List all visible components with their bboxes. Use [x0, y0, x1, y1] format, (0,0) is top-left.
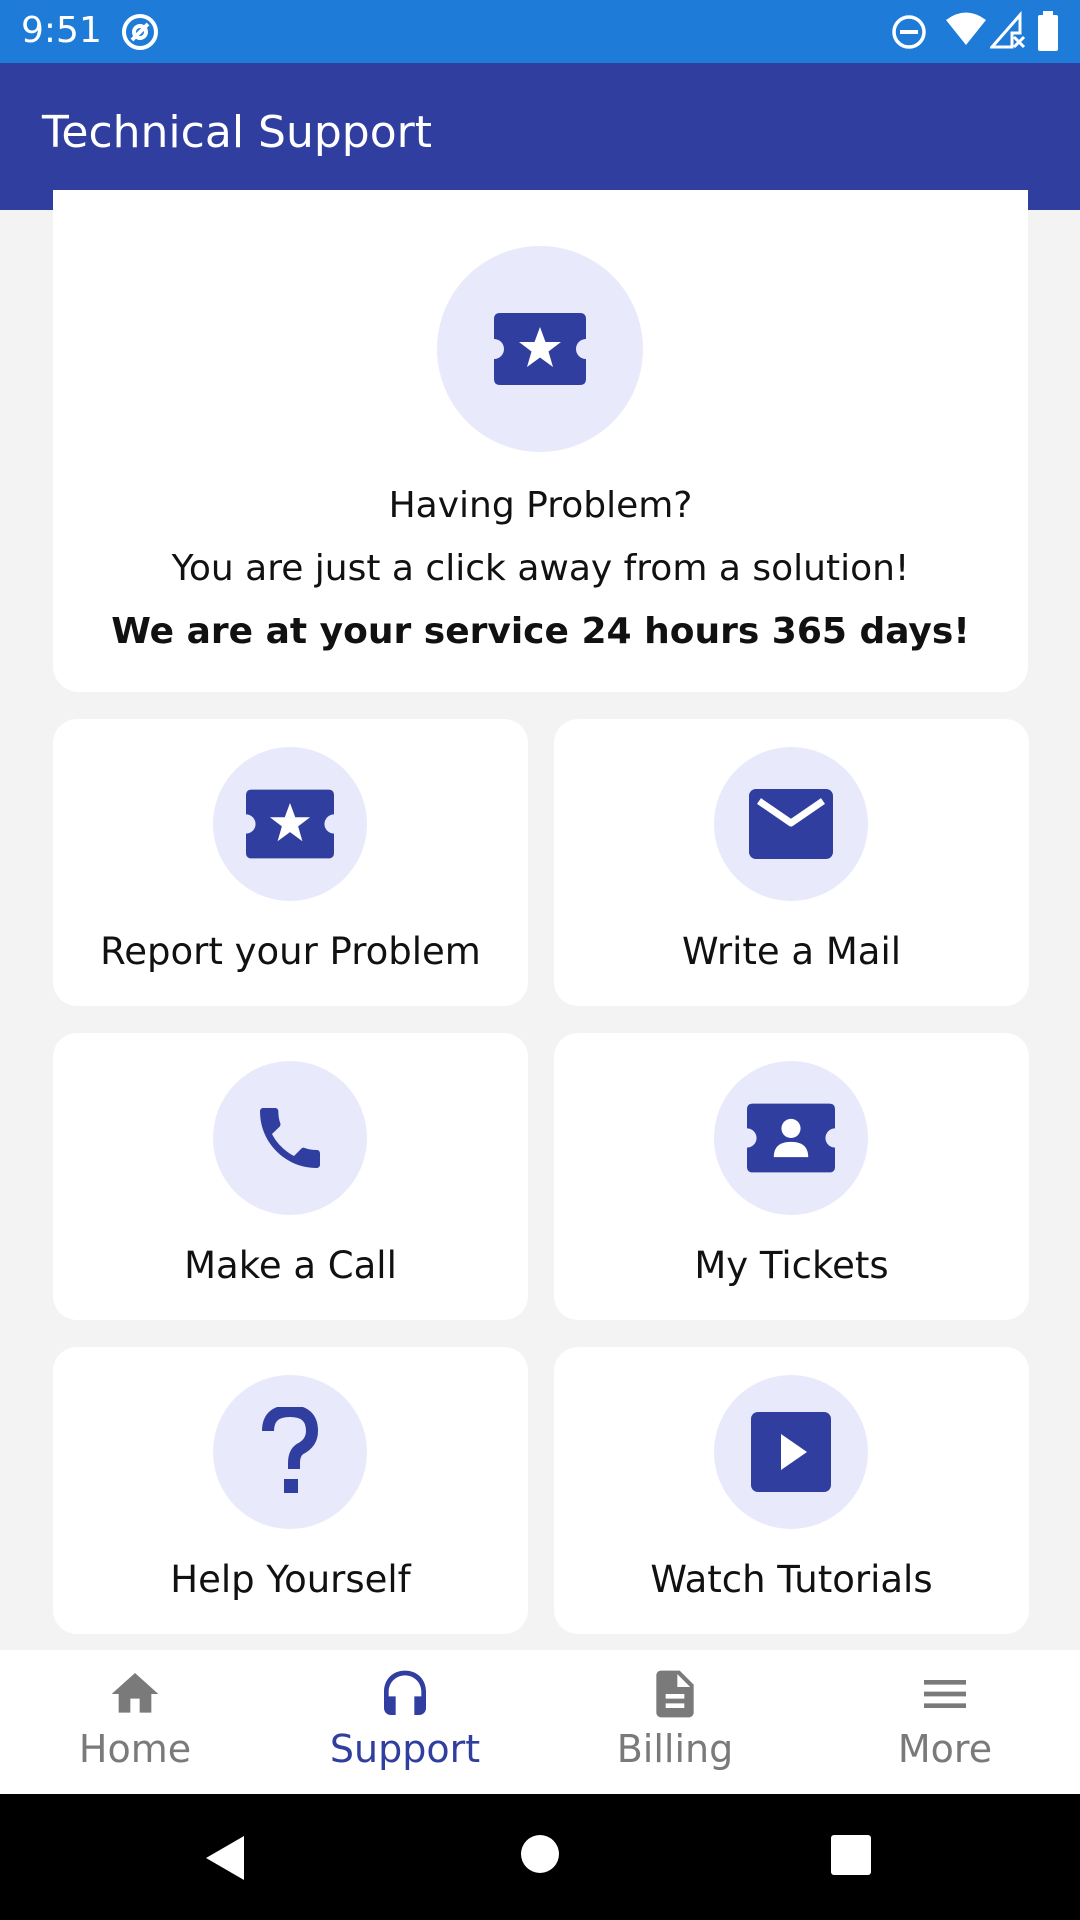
tile-icon-circle — [213, 1061, 367, 1215]
back-icon[interactable] — [204, 1834, 248, 1882]
tile-icon-circle — [714, 747, 868, 901]
hero-heading: Having Problem? — [388, 485, 693, 526]
home-button-icon[interactable] — [520, 1834, 560, 1874]
page-title: Technical Support — [42, 107, 432, 158]
nav-label: Home — [78, 1727, 192, 1771]
ticket-star-icon — [494, 313, 586, 385]
watch-tutorials-tile[interactable]: Watch Tutorials — [554, 1347, 1029, 1634]
tile-label: Watch Tutorials — [650, 1558, 933, 1601]
play-icon — [751, 1412, 831, 1492]
tile-label: Report your Problem — [100, 930, 481, 973]
do-not-disturb-icon — [892, 15, 926, 49]
home-icon — [111, 1673, 159, 1713]
status-bar: 9:51 — [0, 0, 1080, 63]
mail-icon — [749, 789, 833, 859]
status-time: 9:51 — [21, 10, 102, 51]
nav-item-billing[interactable]: Billing — [540, 1650, 810, 1794]
write-mail-tile[interactable]: Write a Mail — [554, 719, 1029, 1006]
tile-label: Help Yourself — [170, 1558, 411, 1601]
hero-tagline: We are at your service 24 hours 365 days… — [111, 611, 970, 652]
tile-icon-circle — [213, 747, 367, 901]
nav-item-home[interactable]: Home — [0, 1650, 270, 1794]
tile-icon-circle — [714, 1061, 868, 1215]
help-yourself-tile[interactable]: Help Yourself — [53, 1347, 528, 1634]
headphones-icon — [384, 1670, 426, 1715]
document-icon — [656, 1670, 694, 1718]
phone-icon — [260, 1108, 320, 1168]
app-bar: Technical Support — [0, 63, 1080, 210]
my-tickets-tile[interactable]: My Tickets — [554, 1033, 1029, 1320]
tile-label: My Tickets — [694, 1244, 889, 1287]
question-icon — [262, 1407, 319, 1493]
menu-icon — [924, 1680, 966, 1708]
nav-label: More — [897, 1727, 993, 1771]
tile-icon-circle — [714, 1375, 868, 1529]
nav-label: Support — [329, 1727, 481, 1771]
hero-subtitle: You are just a click away from a solutio… — [171, 548, 910, 589]
wifi-icon — [946, 12, 986, 45]
report-problem-tile[interactable]: Report your Problem — [53, 719, 528, 1006]
hero-icon-circle — [437, 246, 643, 452]
tile-label: Write a Mail — [681, 930, 902, 973]
ticket-star-icon — [246, 789, 334, 859]
battery-icon — [1038, 11, 1058, 51]
nav-item-support[interactable]: Support — [270, 1650, 540, 1794]
recents-icon[interactable] — [830, 1834, 872, 1876]
at-sign-icon — [122, 14, 158, 50]
system-nav-bar — [0, 1794, 1080, 1920]
screen: 9:51 Technical Support Having Problem? Y… — [0, 0, 1080, 1920]
nav-label: Billing — [616, 1727, 734, 1771]
make-call-tile[interactable]: Make a Call — [53, 1033, 528, 1320]
ticket-user-icon — [747, 1103, 835, 1173]
bottom-nav: Home Support Billing More — [0, 1650, 1080, 1794]
nav-item-more[interactable]: More — [810, 1650, 1080, 1794]
tile-icon-circle — [213, 1375, 367, 1529]
tile-label: Make a Call — [184, 1244, 397, 1287]
cell-signal-icon — [990, 11, 1026, 49]
